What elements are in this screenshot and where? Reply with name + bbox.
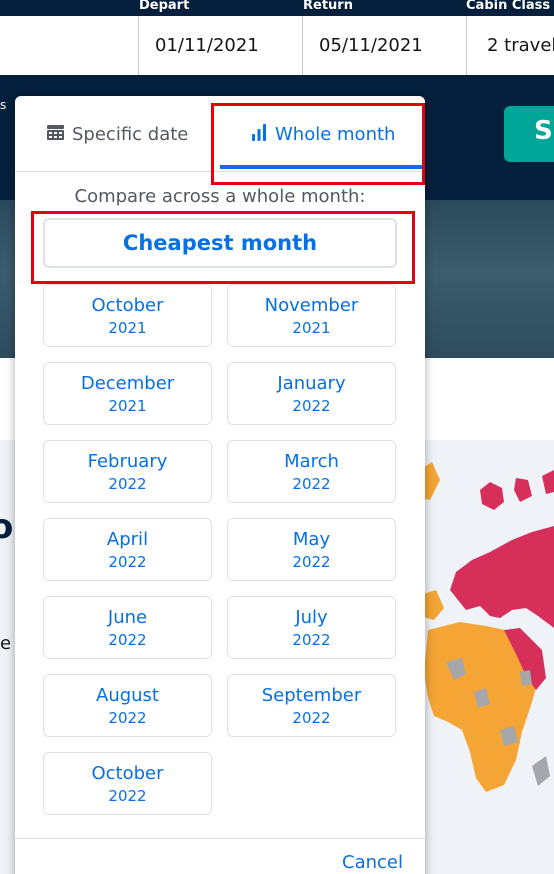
depart-label: Depart <box>139 0 190 13</box>
month-button-may-2022[interactable]: May 2022 <box>227 518 396 581</box>
month-name: September <box>261 685 362 706</box>
tab-highlight-box <box>211 103 425 185</box>
month-name: December <box>80 373 175 394</box>
month-button-september-2022[interactable]: September 2022 <box>227 674 396 737</box>
month-year: 2021 <box>292 319 331 337</box>
date-picker-popover: Specific date Whole month Compare across… <box>15 96 425 874</box>
calendar-icon <box>47 124 64 145</box>
month-year: 2022 <box>108 709 147 727</box>
month-year: 2021 <box>108 397 147 415</box>
month-button-april-2022[interactable]: April 2022 <box>43 518 212 581</box>
depart-field[interactable]: 01/11/2021 <box>139 16 303 75</box>
month-name: March <box>284 451 339 472</box>
month-name: November <box>264 295 359 316</box>
destination-field[interactable] <box>0 16 139 75</box>
month-year: 2022 <box>108 631 147 649</box>
month-button-january-2022[interactable]: January 2022 <box>227 362 396 425</box>
month-name: January <box>277 373 346 394</box>
compare-caption: Compare across a whole month: <box>74 186 366 207</box>
month-name: October <box>91 763 164 784</box>
month-name: August <box>96 685 159 706</box>
month-name: October <box>91 295 164 316</box>
month-year: 2022 <box>108 475 147 493</box>
month-button-june-2022[interactable]: June 2022 <box>43 596 212 659</box>
month-button-july-2022[interactable]: July 2022 <box>227 596 396 659</box>
search-field-labels: Depart Return Cabin Class & <box>0 0 554 16</box>
depart-value: 01/11/2021 <box>155 35 259 56</box>
search-button[interactable]: S <box>504 106 554 162</box>
month-year: 2021 <box>108 319 147 337</box>
month-name: July <box>295 607 328 628</box>
cancel-button[interactable]: Cancel <box>342 852 403 873</box>
cheapest-highlight-box <box>31 211 415 284</box>
cabin-value: 2 travel <box>487 35 554 56</box>
month-year: 2022 <box>292 553 331 571</box>
month-year: 2022 <box>292 475 331 493</box>
month-name: April <box>106 529 149 550</box>
cabin-label: Cabin Class & <box>466 0 554 13</box>
month-button-march-2022[interactable]: March 2022 <box>227 440 396 503</box>
month-year: 2022 <box>108 787 147 805</box>
month-name: June <box>107 607 148 628</box>
month-button-february-2022[interactable]: February 2022 <box>43 440 212 503</box>
return-label: Return <box>303 0 353 13</box>
month-button-october-2022[interactable]: October 2022 <box>43 752 212 815</box>
left-edge-heading: o <box>0 507 14 547</box>
month-button-october-2021[interactable]: October 2021 <box>43 284 212 347</box>
tab-specific-label: Specific date <box>72 123 189 145</box>
month-name: February <box>87 451 168 472</box>
return-value: 05/11/2021 <box>319 35 423 56</box>
month-year: 2022 <box>108 553 147 571</box>
left-edge-text-2: e <box>0 633 12 654</box>
world-map-image <box>420 462 554 792</box>
month-year: 2022 <box>292 397 331 415</box>
return-field[interactable]: 05/11/2021 <box>303 16 467 75</box>
month-year: 2022 <box>292 709 331 727</box>
cabin-field[interactable]: 2 travel <box>467 16 554 75</box>
month-button-november-2021[interactable]: November 2021 <box>227 284 396 347</box>
month-button-december-2021[interactable]: December 2021 <box>43 362 212 425</box>
tab-specific-date[interactable]: Specific date <box>47 96 188 172</box>
popover-footer: Cancel <box>15 838 425 874</box>
left-edge-text: s <box>0 98 7 112</box>
month-button-august-2022[interactable]: August 2022 <box>43 674 212 737</box>
month-name: May <box>292 529 331 550</box>
month-year: 2022 <box>292 631 331 649</box>
